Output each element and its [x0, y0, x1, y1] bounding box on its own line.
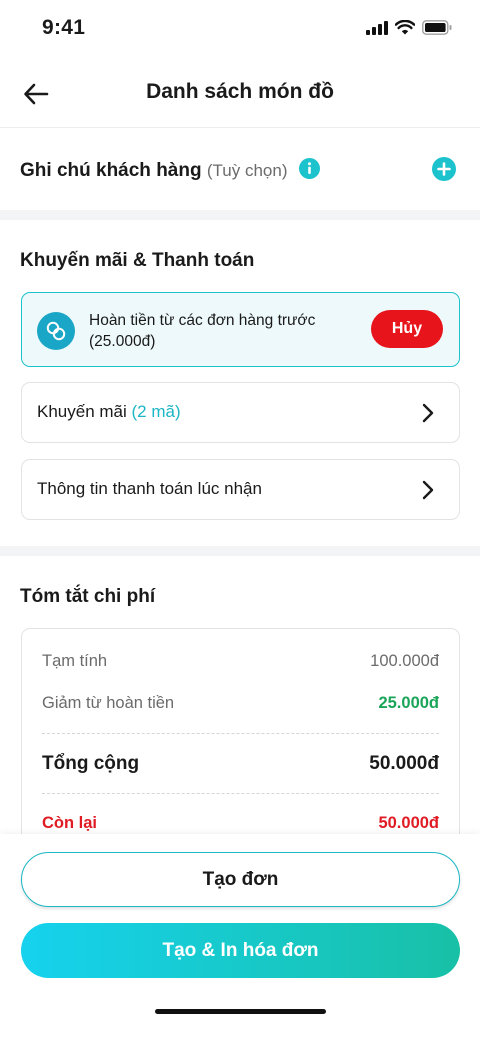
customer-note-optional: (Tuỳ chọn) [206, 161, 288, 180]
status-bar: 9:41 [0, 0, 480, 60]
battery-icon [422, 20, 452, 35]
dashed-divider [42, 733, 439, 734]
payment-info-row[interactable]: Thông tin thanh toán lúc nhận [21, 459, 460, 520]
wifi-icon [395, 20, 415, 35]
info-icon[interactable] [298, 158, 320, 179]
promotions-row[interactable]: Khuyến mãi (2 mã) [21, 382, 460, 443]
status-time: 9:41 [42, 16, 86, 39]
chevron-right-icon [422, 403, 434, 423]
bottom-action-panel: Tạo đơn Tạo & In hóa đơn [0, 834, 480, 1039]
customer-note-label: Ghi chú khách hàng [20, 160, 202, 181]
chevron-right-icon [422, 480, 434, 500]
total-row: Tổng cộng 50.000đ [42, 753, 439, 775]
subtotal-label: Tạm tính [42, 652, 108, 670]
status-icons [366, 20, 452, 35]
create-order-button[interactable]: Tạo đơn [21, 852, 460, 907]
section-divider [0, 546, 480, 556]
add-note-icon[interactable] [432, 157, 456, 181]
cellular-signal-icon [366, 20, 388, 35]
promotions-count: (2 mã) [131, 402, 181, 421]
summary-card: Tạm tính 100.000đ Giảm từ hoàn tiền 25.0… [21, 628, 460, 868]
refund-discount-label: Giảm từ hoàn tiền [42, 694, 175, 712]
remaining-value: 50.000đ [378, 814, 439, 832]
subtotal-row: Tạm tính 100.000đ [42, 652, 439, 671]
section-divider [0, 210, 480, 220]
page-title: Danh sách món đồ [146, 80, 334, 103]
promotions-label-text: Khuyến mãi [37, 402, 127, 421]
coins-icon [37, 312, 75, 350]
customer-note-row[interactable]: Ghi chú khách hàng (Tuỳ chọn) [0, 128, 480, 210]
customer-note-title: Ghi chú khách hàng (Tuỳ chọn) [20, 158, 320, 182]
total-label: Tổng cộng [42, 753, 140, 774]
payment-info-label: Thông tin thanh toán lúc nhận [37, 479, 262, 498]
promo-section-title: Khuyến mãi & Thanh toán [20, 250, 255, 271]
refund-discount-value: 25.000đ [378, 694, 439, 712]
remaining-label: Còn lại [42, 814, 98, 832]
total-value: 50.000đ [369, 753, 439, 774]
cancel-refund-button[interactable]: Hủy [371, 310, 443, 348]
summary-title: Tóm tắt chi phí [20, 586, 156, 607]
subtotal-value: 100.000đ [370, 652, 439, 670]
create-and-print-button[interactable]: Tạo & In hóa đơn [21, 923, 460, 978]
nav-bar: Danh sách món đồ [0, 60, 480, 128]
home-indicator [155, 1009, 326, 1014]
promotions-label: Khuyến mãi (2 mã) [37, 402, 181, 422]
remaining-row: Còn lại 50.000đ [42, 814, 439, 833]
refund-text: Hoàn tiền từ các đơn hàng trước (25.000đ… [89, 312, 316, 350]
dashed-divider [42, 793, 439, 794]
refund-card: Hoàn tiền từ các đơn hàng trước (25.000đ… [21, 292, 460, 367]
refund-discount-row: Giảm từ hoàn tiền 25.000đ [42, 694, 439, 713]
